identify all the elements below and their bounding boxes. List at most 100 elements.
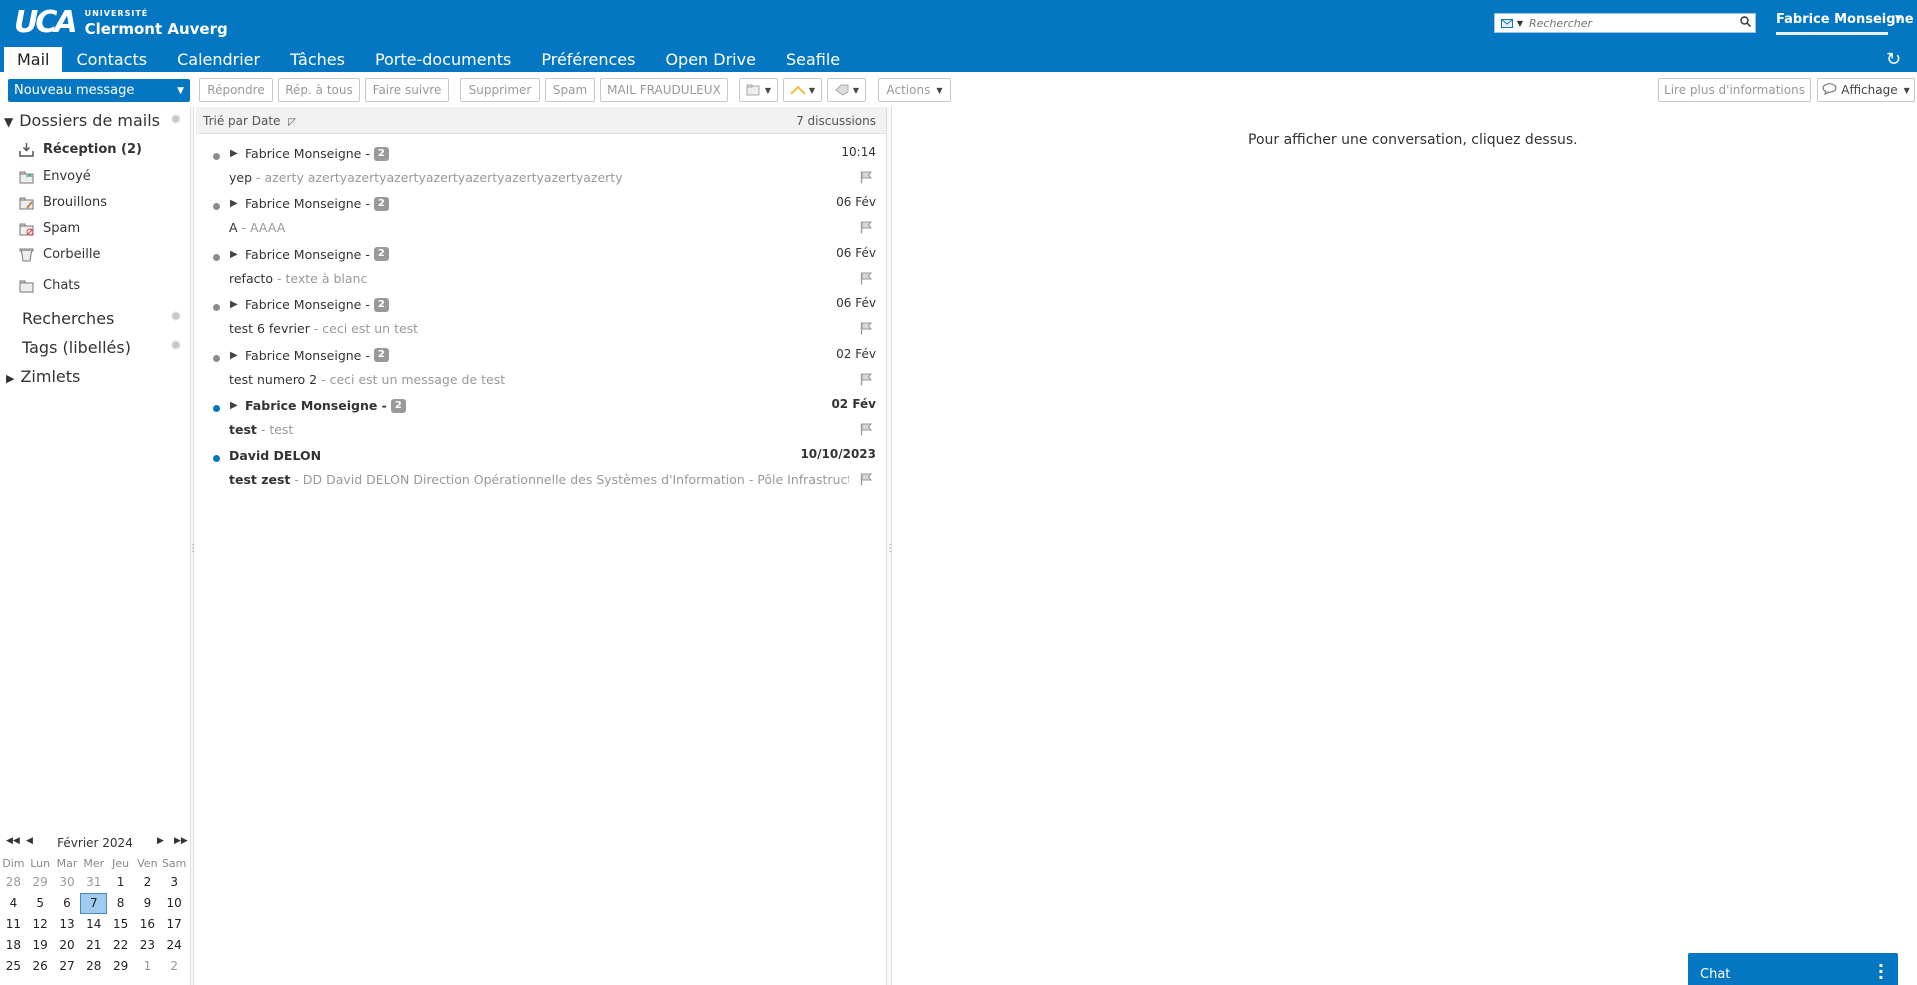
calendar-day[interactable]: 26 bbox=[27, 956, 54, 977]
folder-inbox[interactable]: Réception (2) bbox=[18, 142, 142, 157]
gear-icon[interactable]: ✹ bbox=[170, 309, 182, 325]
mark-button[interactable]: ▼ bbox=[783, 78, 822, 102]
user-menu[interactable]: Fabrice Monseigne bbox=[1776, 12, 1914, 27]
folder-chats[interactable]: Chats bbox=[18, 278, 80, 293]
gear-icon[interactable]: ✹ bbox=[170, 112, 182, 128]
sort-toggle[interactable]: Trié par Date ◸ bbox=[203, 114, 296, 128]
tab-open-drive[interactable]: Open Drive bbox=[650, 47, 770, 72]
calendar-day[interactable]: 23 bbox=[134, 935, 161, 956]
tab-seafile[interactable]: Seafile bbox=[771, 47, 855, 72]
collapse-icon[interactable]: ▼ bbox=[4, 115, 13, 129]
calendar-day[interactable]: 21 bbox=[80, 935, 107, 956]
expand-thread-icon[interactable]: ▶ bbox=[230, 249, 238, 260]
next-year-icon[interactable]: ▶▶ bbox=[174, 836, 188, 846]
gear-icon[interactable]: ✹ bbox=[170, 338, 182, 354]
read-status-dot[interactable] bbox=[213, 304, 220, 312]
calendar-day[interactable]: 14 bbox=[80, 914, 107, 935]
new-message-button[interactable]: Nouveau message ▼ bbox=[8, 79, 190, 102]
folder-drafts[interactable]: Brouillons bbox=[18, 195, 107, 210]
chevron-down-icon[interactable]: ▼ bbox=[177, 86, 184, 96]
tab-briefcase[interactable]: Porte-documents bbox=[360, 47, 526, 72]
reply-all-button[interactable]: Rép. à tous bbox=[278, 78, 360, 102]
calendar-day[interactable]: 4 bbox=[0, 893, 27, 914]
chat-panel[interactable]: Chat · · · bbox=[1688, 953, 1898, 985]
mail-folders-header[interactable]: ▼ Dossiers de mails bbox=[4, 111, 160, 130]
calendar-day[interactable]: 24 bbox=[161, 935, 188, 956]
calendar-day[interactable]: 15 bbox=[107, 914, 134, 935]
read-status-dot[interactable] bbox=[213, 455, 220, 463]
tag-button[interactable]: ▼ bbox=[827, 78, 866, 102]
move-button[interactable]: ▼ bbox=[739, 78, 778, 102]
calendar-day[interactable]: 27 bbox=[54, 956, 81, 977]
read-status-dot[interactable] bbox=[213, 203, 220, 211]
calendar-day[interactable]: 9 bbox=[134, 893, 161, 914]
calendar-day[interactable]: 10 bbox=[161, 893, 188, 914]
calendar-day[interactable]: 6 bbox=[54, 893, 81, 914]
fraud-mail-button[interactable]: MAIL FRAUDULEUX bbox=[600, 78, 728, 102]
expand-thread-icon[interactable]: ▶ bbox=[230, 198, 238, 209]
list-splitter[interactable]: ⋮ bbox=[885, 107, 895, 985]
tab-preferences[interactable]: Préférences bbox=[526, 47, 650, 72]
calendar-day[interactable]: 12 bbox=[27, 914, 54, 935]
calendar-day[interactable]: 30 bbox=[54, 872, 81, 893]
tab-contacts[interactable]: Contacts bbox=[62, 47, 163, 72]
calendar-day[interactable]: 7 bbox=[80, 893, 108, 914]
calendar-day[interactable]: 29 bbox=[27, 872, 54, 893]
calendar-day[interactable]: 5 bbox=[27, 893, 54, 914]
actions-button[interactable]: Actions ▼ bbox=[878, 78, 951, 102]
expand-thread-icon[interactable]: ▶ bbox=[230, 299, 238, 310]
calendar-day[interactable]: 20 bbox=[54, 935, 81, 956]
calendar-day[interactable]: 28 bbox=[80, 956, 107, 977]
conversation-row[interactable]: David DELON 10/10/2023 test zest - DD Davi… bbox=[196, 437, 886, 499]
refresh-icon[interactable]: ↻ bbox=[1886, 49, 1901, 70]
calendar-day[interactable]: 1 bbox=[107, 872, 134, 893]
expand-thread-icon[interactable]: ▶ bbox=[230, 350, 238, 361]
tab-mail[interactable]: Mail bbox=[4, 47, 62, 72]
calendar-day[interactable]: 11 bbox=[0, 914, 27, 935]
calendar-day[interactable]: 29 bbox=[107, 956, 134, 977]
calendar-day[interactable]: 19 bbox=[27, 935, 54, 956]
read-status-dot[interactable] bbox=[213, 153, 220, 160]
tags-header[interactable]: Tags (libellés) bbox=[22, 338, 131, 357]
searches-header[interactable]: Recherches bbox=[22, 309, 114, 328]
calendar-day[interactable]: 28 bbox=[0, 872, 27, 893]
expand-thread-icon[interactable]: ▶ bbox=[230, 400, 238, 411]
search-icon[interactable] bbox=[1740, 16, 1752, 30]
flag-icon[interactable] bbox=[860, 473, 873, 490]
calendar-day[interactable]: 2 bbox=[134, 872, 161, 893]
more-options-icon[interactable]: · · · bbox=[1878, 958, 1884, 985]
calendar-day[interactable]: 13 bbox=[54, 914, 81, 935]
reply-button[interactable]: Répondre bbox=[199, 78, 273, 102]
calendar-day[interactable]: 16 bbox=[134, 914, 161, 935]
calendar-day[interactable]: 1 bbox=[134, 956, 161, 977]
calendar-day[interactable]: 3 bbox=[161, 872, 188, 893]
read-status-dot[interactable] bbox=[213, 405, 220, 412]
delete-button[interactable]: Supprimer bbox=[460, 78, 540, 102]
zimlets-header[interactable]: ▶ Zimlets bbox=[6, 367, 80, 386]
chevron-down-icon[interactable]: ▼ bbox=[1895, 14, 1902, 24]
calendar-day[interactable]: 2 bbox=[161, 956, 188, 977]
tab-calendar[interactable]: Calendrier bbox=[162, 47, 275, 72]
read-status-dot[interactable] bbox=[213, 253, 220, 261]
read-status-dot[interactable] bbox=[213, 354, 220, 362]
calendar-day[interactable]: 8 bbox=[107, 893, 134, 914]
next-month-icon[interactable]: ▶ bbox=[157, 836, 164, 846]
calendar-day[interactable]: 25 bbox=[0, 956, 27, 977]
sidebar-splitter[interactable]: ⋮ bbox=[188, 107, 198, 985]
folder-spam[interactable]: Spam bbox=[18, 221, 80, 236]
uca-logo[interactable]: UCA UNIVERSITÉ Clermont Auverg bbox=[14, 8, 228, 39]
calendar-day[interactable]: 18 bbox=[0, 935, 27, 956]
calendar-day[interactable]: 31 bbox=[80, 872, 107, 893]
expand-thread-icon[interactable]: ▶ bbox=[230, 148, 238, 159]
forward-button[interactable]: Faire suivre bbox=[365, 78, 449, 102]
read-more-button[interactable]: Lire plus d'informations bbox=[1658, 78, 1811, 102]
calendar-day[interactable]: 22 bbox=[107, 935, 134, 956]
expand-icon[interactable]: ▶ bbox=[6, 372, 14, 385]
folder-trash[interactable]: Corbeille bbox=[18, 247, 100, 262]
tab-tasks[interactable]: Tâches bbox=[275, 47, 360, 72]
folder-sent[interactable]: Envoyé bbox=[18, 169, 91, 184]
spam-button[interactable]: Spam bbox=[545, 78, 595, 102]
calendar-day[interactable]: 17 bbox=[161, 914, 188, 935]
search-type-dropdown[interactable]: ▼ bbox=[1495, 14, 1529, 32]
search-input[interactable] bbox=[1529, 16, 1729, 30]
